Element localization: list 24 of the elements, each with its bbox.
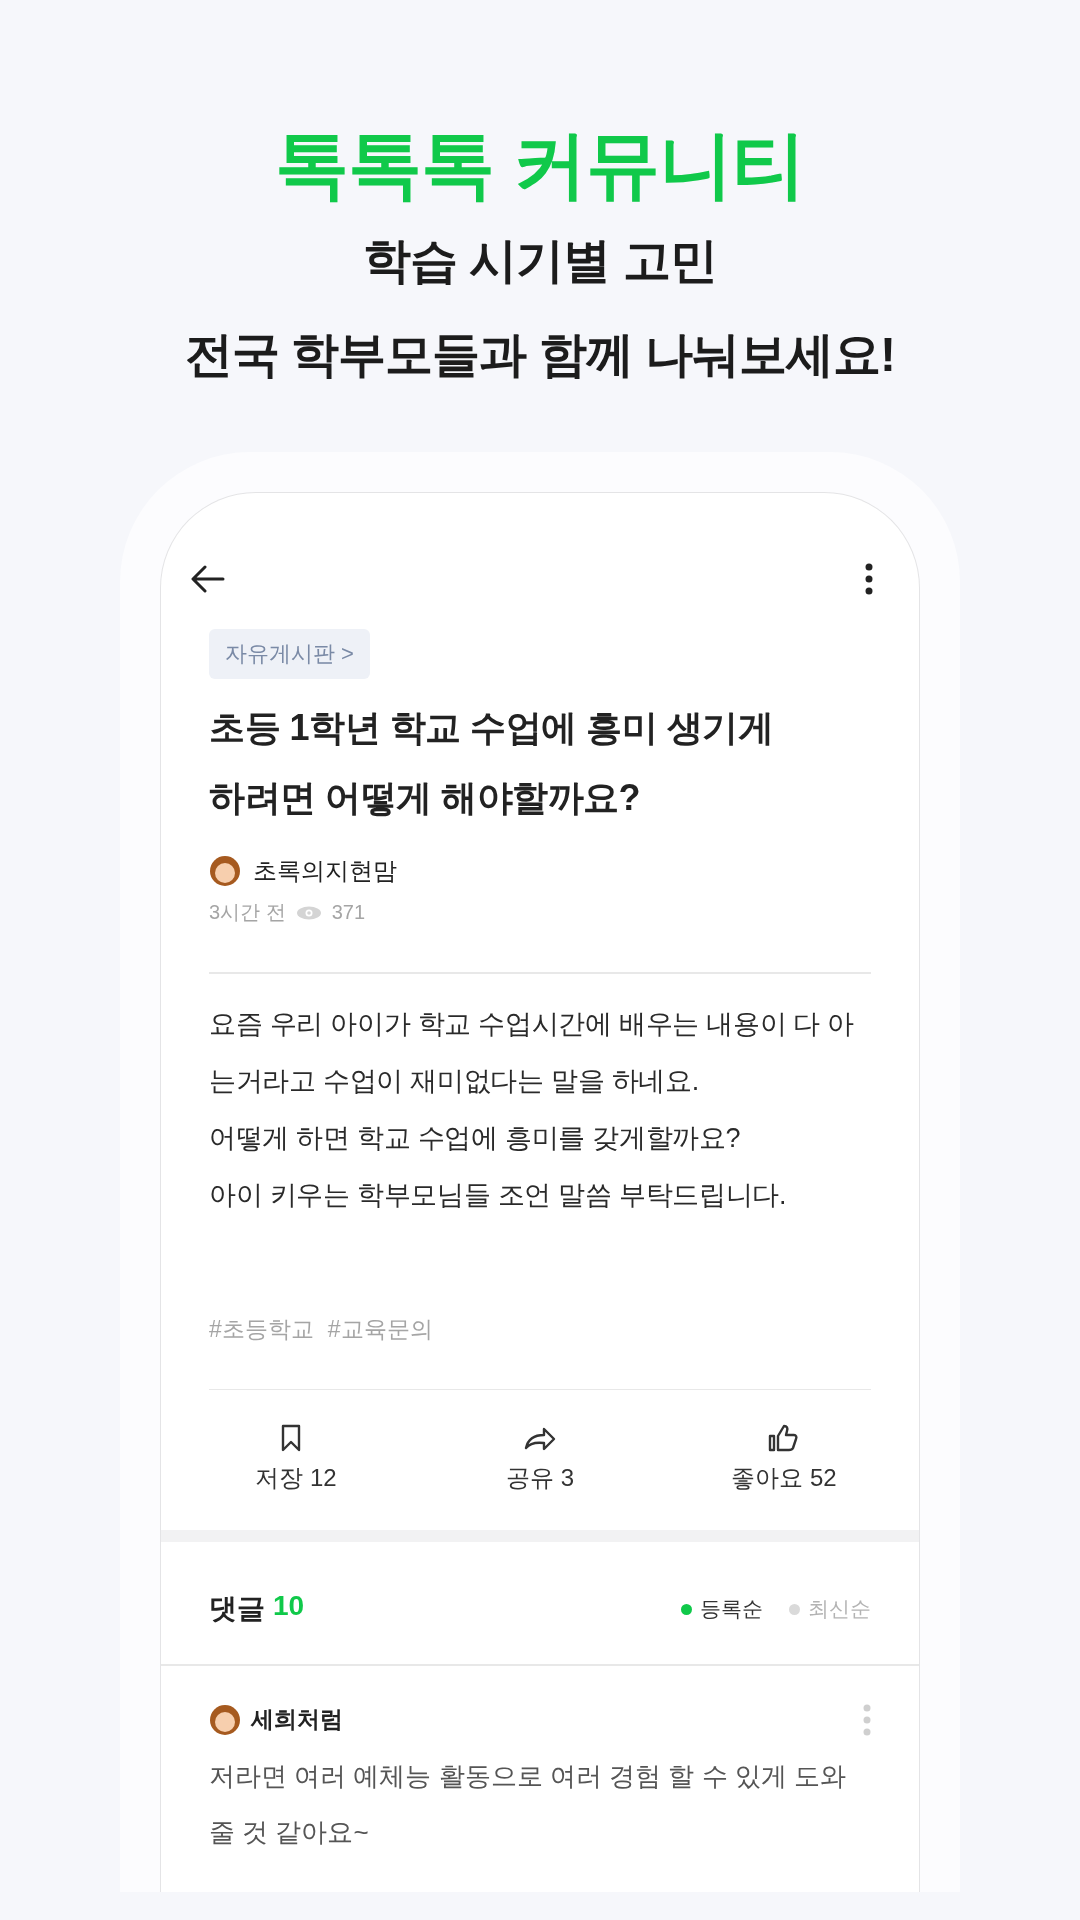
action-label[interactable]: 공유 3 [506,1462,574,1494]
author-name[interactable]: 초록의지현맘 [253,855,397,887]
sort-option[interactable]: 등록순 [700,1595,763,1623]
eye-icon [295,905,322,920]
post-time: 3시간 전 [209,900,286,925]
post-text: 요즘 우리 아이가 학교 수업시간에 배우는 내용이 다 아는거라고 수업이 재미없다는 말을 하네요. [209,1007,855,1098]
thumbs-up-icon[interactable] [768,1424,800,1452]
comment-count: 10 [273,1590,305,1623]
comments-title: 댓글 [209,1592,265,1626]
commenter-name[interactable]: 세희처럼 [251,1704,853,1735]
avatar-icon [209,1703,241,1736]
subtitle-line: 학습 시기별 고민 [362,233,718,289]
post-text: 아이 키우는 학부모님들 조언 말씀 부탁드립니다. [209,1178,788,1212]
post-title: 초등 1학년 학교 수업에 흥미 생기게 하려면 어떻게 해야할까요? [209,706,775,820]
back-icon[interactable] [191,565,225,593]
avatar-icon [209,855,241,887]
more-icon[interactable] [865,563,873,595]
subtitle-line: 전국 학부모들과 함께 나눠보세요! [184,327,896,383]
post-text: 어떻게 하면 학교 수업에 흥미를 갖게할까요? [209,1121,742,1155]
action-label[interactable]: 좋아요 52 [731,1462,837,1494]
view-count: 371 [331,901,366,924]
headline: 톡톡톡 커뮤니티 [273,122,807,208]
comment-text: 저라면 여러 예체능 활동으로 여러 경험 할 수 있게 도와줄 것 같아요~ [209,1759,847,1849]
action-label[interactable]: 저장 12 [255,1462,337,1494]
